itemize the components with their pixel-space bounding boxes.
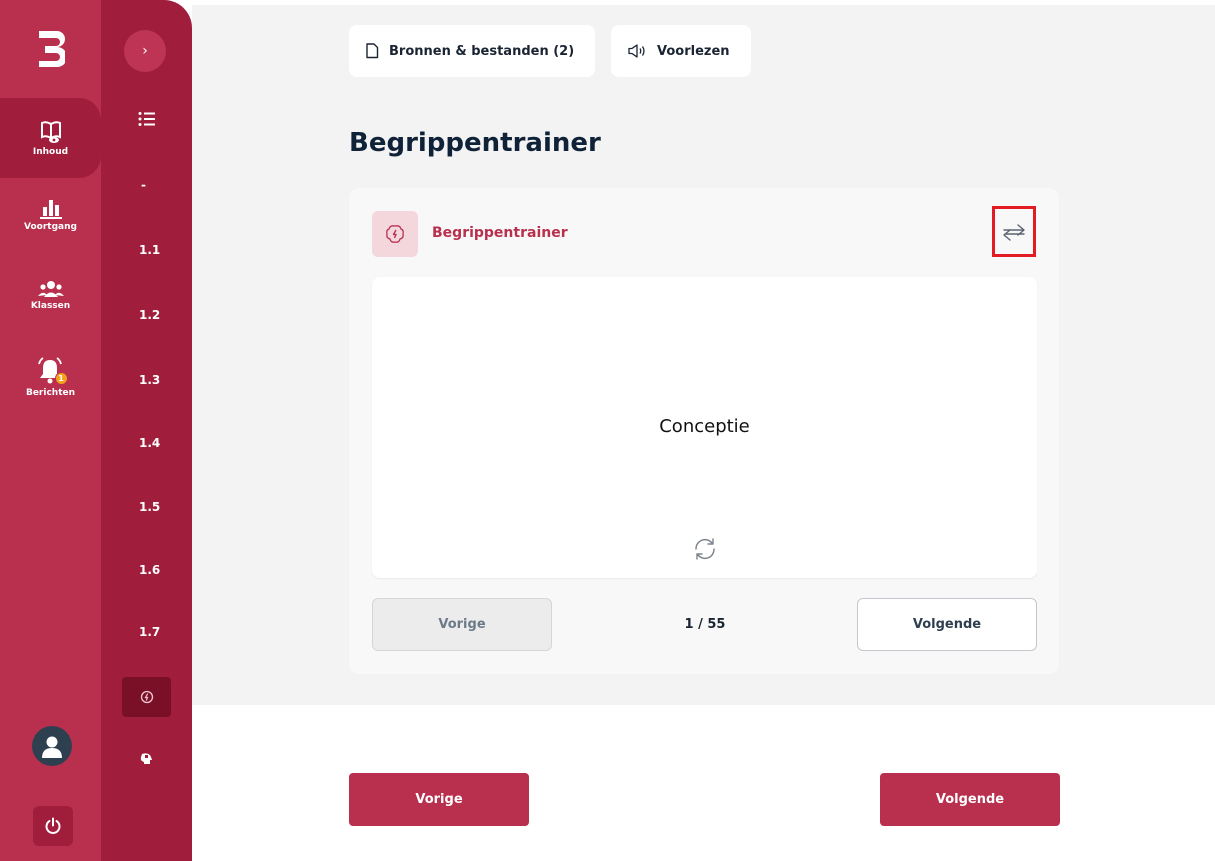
list-icon <box>138 112 155 126</box>
section-item-1-4[interactable]: 1.4 <box>101 436 192 450</box>
file-icon <box>366 43 379 59</box>
app-logo[interactable] <box>0 0 101 98</box>
card-prev-button[interactable]: Vorige <box>372 598 552 651</box>
head-icon <box>140 753 152 764</box>
sources-button[interactable]: Bronnen & bestanden (2) <box>349 25 595 77</box>
section-item-1-1[interactable]: 1.1 <box>101 243 192 257</box>
nav-item-label: Klassen <box>30 301 71 311</box>
brain-icon <box>386 225 404 243</box>
section-item-1-7[interactable]: 1.7 <box>101 625 192 639</box>
section-item-1-6[interactable]: 1.6 <box>101 563 192 577</box>
trainer-title: Begrippentrainer <box>432 225 568 241</box>
swap-arrows-icon <box>1003 223 1025 241</box>
page-title: Begrippentrainer <box>349 128 601 158</box>
section-item-1-3[interactable]: 1.3 <box>101 373 192 387</box>
nav-item-voortgang[interactable]: Voortgang <box>0 197 101 232</box>
refresh-icon <box>695 538 715 560</box>
nav-item-label: Voortgang <box>24 222 77 232</box>
section-item-trainer[interactable] <box>122 677 171 717</box>
swap-sides-button[interactable] <box>992 206 1036 257</box>
main-nav: Inhoud Voortgang Klassen 1 Berichten <box>0 0 101 861</box>
logout-button[interactable] <box>33 806 73 846</box>
nav-item-label: Inhoud <box>32 146 69 157</box>
card-counter: 1 / 55 <box>684 617 726 632</box>
notification-badge: 1 <box>54 372 68 385</box>
bell-wrapper: 1 <box>36 357 68 385</box>
speaker-icon <box>628 44 645 58</box>
user-icon <box>42 736 62 758</box>
brain-icon <box>140 690 153 704</box>
sources-label: Bronnen & bestanden (2) <box>389 43 575 59</box>
chevron-right-icon: › <box>142 43 148 59</box>
section-item-1-2[interactable]: 1.2 <box>101 308 192 322</box>
bar-chart-icon <box>39 200 62 219</box>
nav-item-klassen[interactable]: Klassen <box>0 280 101 311</box>
expand-nav-button[interactable]: › <box>124 30 166 72</box>
power-icon <box>45 817 61 834</box>
users-icon <box>37 281 64 297</box>
section-item-1-5[interactable]: 1.5 <box>101 500 192 514</box>
section-item-intro[interactable]: - <box>101 178 192 192</box>
read-aloud-button[interactable]: Voorlezen <box>611 25 751 77</box>
trainer-badge <box>372 211 418 257</box>
page-prev-button[interactable]: Vorige <box>349 773 529 826</box>
logo-icon <box>38 31 65 67</box>
book-icon <box>40 120 61 143</box>
flip-card-button[interactable] <box>688 532 722 566</box>
read-aloud-label: Voorlezen <box>657 43 730 59</box>
nav-item-label: Berichten <box>25 388 76 398</box>
avatar[interactable] <box>32 726 72 766</box>
flashcard-term: Conceptie <box>659 416 750 437</box>
card-next-button[interactable]: Volgende <box>857 598 1037 651</box>
section-nav: › - 1.1 1.2 1.3 1.4 1.5 1.6 1.7 <box>101 0 192 861</box>
page-next-button[interactable]: Volgende <box>880 773 1060 826</box>
toc-button[interactable] <box>138 111 156 131</box>
section-item-extra[interactable] <box>139 751 153 770</box>
nav-item-inhoud[interactable]: Inhoud <box>0 98 101 178</box>
nav-item-berichten[interactable]: 1 Berichten <box>0 357 101 398</box>
flashcard[interactable]: Conceptie <box>372 277 1037 578</box>
